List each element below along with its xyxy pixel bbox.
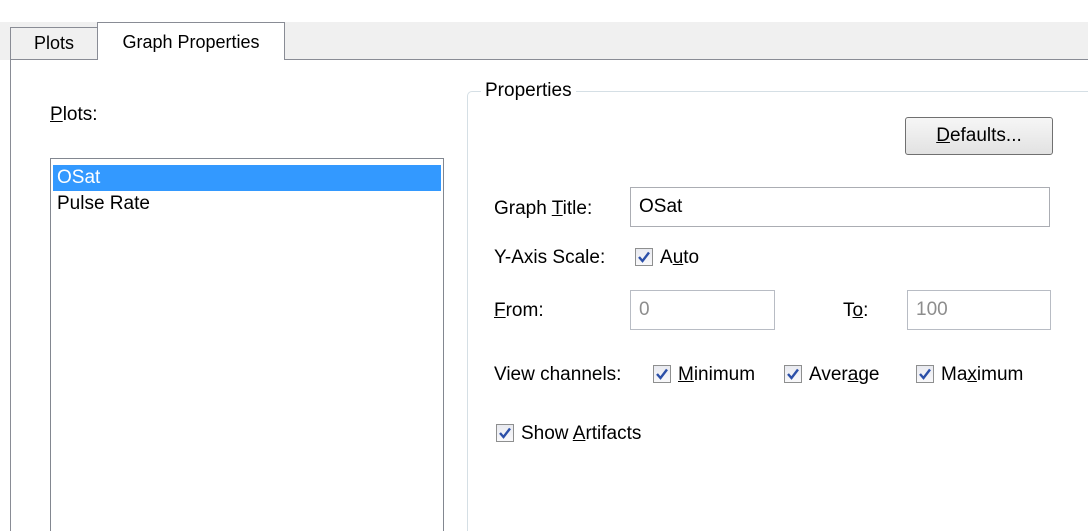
checkmark-icon: [499, 427, 511, 439]
y-axis-scale-label: Y-Axis Scale:: [494, 247, 606, 268]
show-artifacts-label: Show Artifacts: [521, 423, 642, 444]
list-item[interactable]: OSat: [53, 165, 441, 191]
checkmark-icon: [638, 251, 650, 263]
graph-title-input[interactable]: [630, 187, 1050, 227]
to-input[interactable]: [907, 290, 1051, 330]
list-item[interactable]: Pulse Rate: [53, 191, 441, 217]
tab-graph-properties[interactable]: Graph Properties: [97, 22, 285, 61]
properties-group-title: Properties: [481, 80, 576, 102]
auto-checkbox[interactable]: [635, 248, 653, 266]
defaults-button[interactable]: Defaults...: [905, 117, 1053, 155]
auto-label: Auto: [660, 247, 700, 268]
show-artifacts-checkbox[interactable]: [496, 424, 514, 442]
top-background: [0, 0, 1088, 22]
from-label: From:: [494, 300, 544, 321]
average-label: Average: [809, 364, 880, 385]
maximum-checkbox[interactable]: [916, 365, 934, 383]
checkmark-icon: [919, 368, 931, 380]
to-label: To:: [843, 300, 869, 321]
minimum-checkbox[interactable]: [653, 365, 671, 383]
view-channels-label: View channels:: [494, 364, 622, 385]
maximum-label: Maximum: [941, 364, 1024, 385]
minimum-label: Minimum: [678, 364, 756, 385]
checkmark-icon: [787, 368, 799, 380]
average-checkbox[interactable]: [784, 365, 802, 383]
from-input[interactable]: [630, 290, 775, 330]
checkmark-icon: [656, 368, 668, 380]
plots-label: Plots:: [50, 104, 98, 125]
tab-plots[interactable]: Plots: [10, 27, 98, 60]
graph-title-label: Graph Title:: [494, 198, 593, 219]
plots-listbox[interactable]: OSat Pulse Rate: [50, 158, 444, 531]
